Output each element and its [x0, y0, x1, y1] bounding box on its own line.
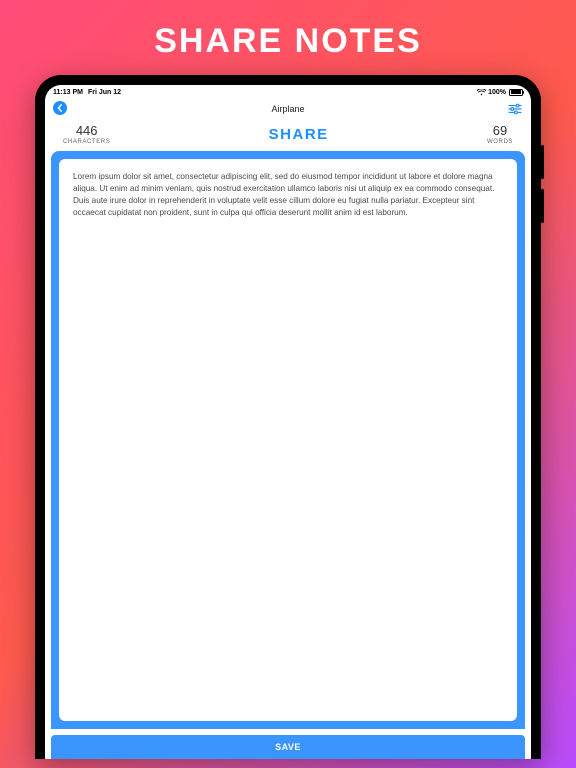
device-screen: 11:13 PM Fri Jun 12 100% Airplane — [45, 85, 531, 759]
words-count: 69 WORDS — [487, 123, 513, 145]
words-value: 69 — [487, 123, 513, 138]
device-frame: 11:13 PM Fri Jun 12 100% Airplane — [35, 75, 541, 759]
chevron-left-icon — [56, 104, 64, 112]
words-label: WORDS — [487, 139, 513, 145]
characters-count: 446 CHARACTERS — [63, 123, 110, 145]
promo-frame: SHARE NOTES 11:13 PM Fri Jun 12 100% — [0, 0, 576, 768]
share-button[interactable]: SHARE — [269, 126, 329, 143]
status-bar: 11:13 PM Fri Jun 12 100% — [45, 85, 531, 99]
save-button[interactable]: SAVE — [51, 735, 525, 759]
device-side-button — [541, 145, 544, 179]
characters-label: CHARACTERS — [63, 139, 110, 145]
battery-icon — [509, 89, 523, 96]
device-side-button — [541, 189, 544, 223]
status-date: Fri Jun 12 — [88, 89, 121, 96]
status-time: 11:13 PM — [53, 89, 83, 96]
nav-bar: Airplane — [45, 99, 531, 119]
back-button[interactable] — [53, 101, 67, 115]
counts-row: 446 CHARACTERS SHARE 69 WORDS — [45, 119, 531, 151]
sliders-icon — [508, 103, 522, 115]
wifi-icon — [477, 89, 485, 95]
note-text-area[interactable]: Lorem ipsum dolor sit amet, consectetur … — [59, 159, 517, 721]
settings-button[interactable] — [507, 101, 523, 117]
editor-frame: Lorem ipsum dolor sit amet, consectetur … — [51, 151, 525, 729]
promo-title: SHARE NOTES — [154, 22, 422, 61]
battery-percent: 100% — [488, 89, 506, 96]
status-right: 100% — [477, 89, 523, 96]
characters-value: 446 — [63, 123, 110, 138]
page-title: Airplane — [271, 104, 304, 114]
status-left: 11:13 PM Fri Jun 12 — [53, 89, 121, 96]
